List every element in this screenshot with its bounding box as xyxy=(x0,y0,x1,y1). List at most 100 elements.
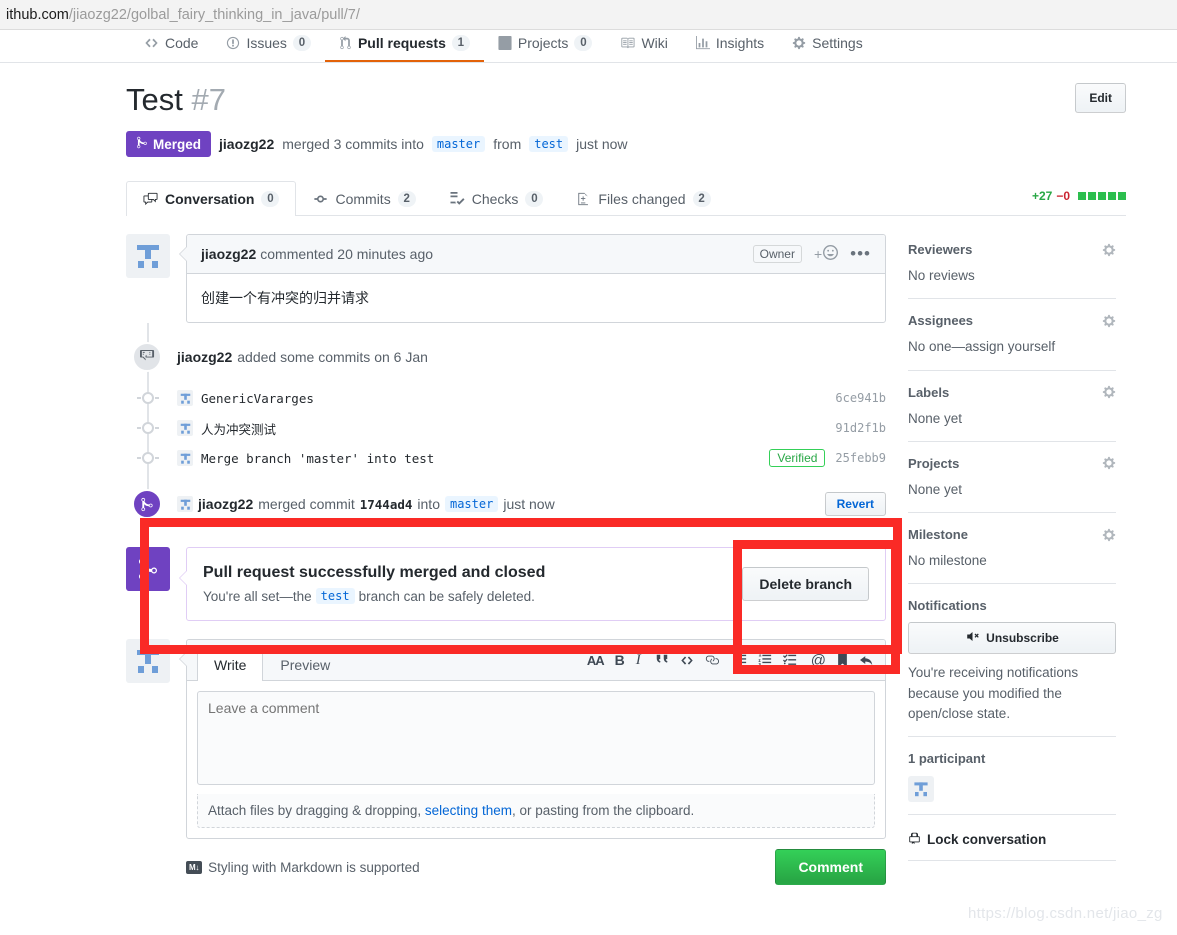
avatar[interactable] xyxy=(126,234,170,279)
quote-icon[interactable] xyxy=(655,653,669,667)
markdown-group-lists xyxy=(733,653,797,667)
add-reaction-button[interactable]: + xyxy=(814,245,839,263)
gear-icon[interactable] xyxy=(1102,314,1116,328)
merged-title: Pull request successfully merged and clo… xyxy=(203,564,546,582)
comment-item: jiaozg22 commented 20 minutes ago Owner … xyxy=(126,234,886,324)
tab-write[interactable]: Write xyxy=(197,648,264,682)
tab-label: Files changed xyxy=(598,191,686,208)
diffstat-blocks xyxy=(1078,192,1126,201)
code-icon[interactable] xyxy=(680,654,694,667)
tab-checks[interactable]: Checks 0 xyxy=(433,181,561,216)
commit-avatar[interactable] xyxy=(177,450,193,467)
reponav-item-settings[interactable]: Settings xyxy=(778,31,877,62)
submit-comment-button[interactable]: Comment xyxy=(775,849,886,886)
task-list-icon[interactable] xyxy=(782,653,797,667)
gear-icon[interactable] xyxy=(1102,243,1116,257)
mention-icon[interactable]: @ xyxy=(811,652,826,669)
reponav-item-wiki[interactable]: Wiki xyxy=(606,31,681,62)
merge-event-avatar[interactable] xyxy=(177,496,193,513)
git-pull-request-icon xyxy=(339,36,352,50)
attach-text-2: , or pasting from the clipboard. xyxy=(511,803,695,819)
sidebar-value: None yet xyxy=(908,481,963,497)
tab-commits[interactable]: Commits 2 xyxy=(296,181,432,216)
unsubscribe-button[interactable]: Unsubscribe xyxy=(908,622,1116,655)
link-icon[interactable] xyxy=(705,653,719,667)
merge-event-author[interactable]: jiaozg22 xyxy=(198,496,253,512)
commit-message[interactable]: Merge branch 'master' into test xyxy=(201,451,434,466)
commit-sha[interactable]: 91d2f1b xyxy=(835,421,886,435)
merge-event-sha[interactable]: 1744ad4 xyxy=(360,497,413,512)
smiley-icon xyxy=(823,245,839,263)
sidebar-value[interactable]: No one—assign yourself xyxy=(908,337,1116,357)
delete-branch-button[interactable]: Delete branch xyxy=(742,567,869,602)
sidebar-header: Projects xyxy=(908,456,1116,471)
reply-icon[interactable] xyxy=(859,653,875,667)
bold-icon[interactable]: B xyxy=(615,652,625,668)
kebab-menu-icon[interactable]: ••• xyxy=(850,245,871,262)
italic-icon[interactable]: I xyxy=(636,652,641,669)
issue-opened-icon xyxy=(226,36,240,50)
diffstat-block xyxy=(1088,192,1096,201)
commit-avatar[interactable] xyxy=(177,420,193,437)
tab-conversation[interactable]: Conversation 0 xyxy=(126,181,297,217)
commit-message[interactable]: 人为冲突测试 xyxy=(201,419,276,438)
new-comment-form: Write Preview AA B I @ Leave a comment A… xyxy=(126,639,886,886)
merged-message-box: Pull request successfully merged and clo… xyxy=(179,547,886,622)
unordered-list-icon[interactable] xyxy=(733,653,747,667)
revert-button[interactable]: Revert xyxy=(824,492,886,517)
tab-preview[interactable]: Preview xyxy=(263,648,347,681)
ordered-list-icon[interactable] xyxy=(758,653,772,667)
tab-files-changed[interactable]: Files changed 2 xyxy=(560,181,727,216)
attach-files-hint[interactable]: Attach files by dragging & dropping, sel… xyxy=(197,794,875,829)
tab-counter: 2 xyxy=(692,191,711,208)
select-files-link[interactable]: selecting them xyxy=(425,803,512,818)
reponav-label: Pull requests xyxy=(357,35,446,51)
pr-author[interactable]: jiaozg22 xyxy=(219,136,274,152)
markdown-supported-note[interactable]: M↓ Styling with Markdown is supported xyxy=(186,860,420,875)
reference-icon[interactable] xyxy=(837,653,848,668)
page-root: ithub.com/jiaozg22/golbal_fairy_thinking… xyxy=(0,0,1177,935)
browser-url-bar[interactable]: ithub.com/jiaozg22/golbal_fairy_thinking… xyxy=(0,0,1177,30)
commit-sha[interactable]: 6ce941b xyxy=(835,391,886,405)
status-badge-label: Merged xyxy=(153,136,202,152)
sidebar-section-labels: Labels None yet xyxy=(908,383,1116,442)
gear-icon[interactable] xyxy=(1102,528,1116,542)
comment-input[interactable] xyxy=(197,691,875,786)
lock-label: Lock conversation xyxy=(927,832,1047,848)
gear-icon[interactable] xyxy=(1102,385,1116,399)
page-title: Test #7 xyxy=(126,82,226,117)
merge-event-branch[interactable]: master xyxy=(444,496,499,513)
heading-icon[interactable]: AA xyxy=(587,653,605,668)
reponav-item-insights[interactable]: Insights xyxy=(682,31,778,62)
participant-avatar[interactable] xyxy=(908,776,934,803)
timeline-author[interactable]: jiaozg22 xyxy=(177,349,232,365)
avatar-identicon xyxy=(914,782,928,797)
avatar[interactable] xyxy=(126,639,170,684)
comment-author[interactable]: jiaozg22 xyxy=(201,246,256,262)
reponav-item-issues[interactable]: Issues 0 xyxy=(212,31,324,62)
gear-icon xyxy=(792,36,806,50)
reponav-label: Insights xyxy=(715,35,765,51)
merged-subtitle: You're all set—the test branch can be sa… xyxy=(203,588,545,605)
verified-badge[interactable]: Verified xyxy=(769,449,826,468)
commit-sha[interactable]: 25febb9 xyxy=(835,451,886,465)
sidebar-title: Notifications xyxy=(908,598,987,614)
sidebar-section-participants: 1 participant xyxy=(908,749,1116,816)
repo-push-icon xyxy=(132,342,162,373)
timeline-rail: jiaozg22 added some commits on 6 Jan Gen… xyxy=(132,323,886,526)
gear-icon[interactable] xyxy=(1102,456,1116,470)
commit-message[interactable]: GenericVararges xyxy=(201,391,314,406)
reponav-item-projects[interactable]: Projects 0 xyxy=(484,31,607,62)
url-host: ithub.com xyxy=(6,6,69,23)
diffstat-deletions: −0 xyxy=(1056,189,1070,204)
reponav-item-pull-requests[interactable]: Pull requests 1 xyxy=(324,31,484,62)
commit-avatar[interactable] xyxy=(177,390,193,407)
edit-button[interactable]: Edit xyxy=(1075,83,1126,113)
lock-conversation-button[interactable]: Lock conversation xyxy=(908,829,1116,848)
commit-meta: 91d2f1b xyxy=(835,421,886,435)
sidebar-title: Projects xyxy=(908,455,960,471)
head-branch-label[interactable]: test xyxy=(529,136,569,153)
base-branch-label[interactable]: master xyxy=(431,136,486,153)
sidebar-header: Labels xyxy=(908,385,1116,400)
reponav-item-code[interactable]: Code xyxy=(130,31,212,62)
